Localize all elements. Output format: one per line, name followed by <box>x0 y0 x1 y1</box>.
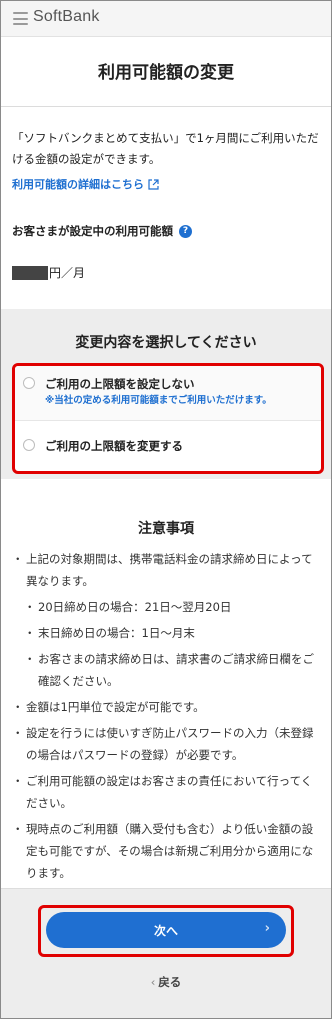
note-item: 現時点のご利用額（購入受付も含む）より低い金額の設定も可能ですが、その場合は新規… <box>12 818 320 884</box>
option-change-limit-label: ご利用の上限額を変更する <box>45 439 183 453</box>
title-divider <box>1 106 331 107</box>
brand-logo: SoftBank <box>33 8 100 25</box>
chevron-right-icon: › <box>264 921 270 936</box>
radio-no-limit[interactable] <box>23 377 35 389</box>
radio-change-limit[interactable] <box>23 439 35 451</box>
intro-text: 「ソフトバンクまとめて支払い」で1ヶ月間にご利用いただける金額の設定ができます。 <box>12 131 319 166</box>
option-no-limit[interactable]: ご利用の上限額を設定しない ※当社の定める利用可能額までご利用いただけます。 <box>15 366 321 421</box>
note-item: 20日締め日の場合：21日～翌月20日 <box>24 596 320 618</box>
menu-icon[interactable] <box>13 12 28 25</box>
amount-unit: 円／月 <box>49 266 86 280</box>
notes-title: 注意事項 <box>138 521 194 537</box>
option-no-limit-label: ご利用の上限額を設定しない <box>45 377 195 391</box>
option-change-limit[interactable]: ご利用の上限額を変更する <box>15 421 321 471</box>
current-limit-label: お客さまが設定中の利用可能額 ? <box>12 223 192 239</box>
note-item: 上記の対象期間は、携帯電話料金の請求締め日によって異なります。 <box>12 548 320 592</box>
detail-link-label: 利用可能額の詳細はこちら <box>12 178 144 191</box>
notes-list: 上記の対象期間は、携帯電話料金の請求締め日によって異なります。 20日締め日の場… <box>12 548 320 888</box>
current-limit-text: お客さまが設定中の利用可能額 <box>12 224 173 238</box>
note-item: 金額は1円単位で設定が可能です。 <box>12 696 320 718</box>
next-button[interactable]: 次へ › <box>46 912 286 948</box>
option-no-limit-note: ※当社の定める利用可能額までご利用いただけます。 <box>45 395 272 406</box>
masked-amount <box>12 265 48 280</box>
top-bar: SoftBank <box>1 1 331 37</box>
page-title: 利用可能額の変更 <box>98 63 234 83</box>
note-item: ご利用可能額の設定はお客さまの責任において行ってください。 <box>12 770 320 814</box>
current-limit-amount: 円／月 <box>12 264 85 281</box>
note-item: 設定を行うには使いすぎ防止パスワードの入力（未登録の場合はパスワードの登録）が必… <box>12 722 320 766</box>
chevron-left-icon: ‹ <box>150 975 156 989</box>
note-item: 末日締め日の場合：1日～月末 <box>24 622 320 644</box>
next-button-label: 次へ <box>153 923 178 938</box>
selection-title: 変更内容を選択してください <box>75 335 257 351</box>
note-item: お客さまの請求締め日は、請求書のご請求締日欄をご確認ください。 <box>24 648 320 692</box>
back-link-label: 戻る <box>158 975 182 989</box>
detail-link[interactable]: 利用可能額の詳細はこちら <box>12 176 159 192</box>
external-link-icon <box>148 178 159 190</box>
help-icon[interactable]: ? <box>179 224 192 238</box>
options-group: ご利用の上限額を設定しない ※当社の定める利用可能額までご利用いただけます。 ご… <box>12 363 324 474</box>
back-link[interactable]: ‹ 戻る <box>0 974 332 990</box>
